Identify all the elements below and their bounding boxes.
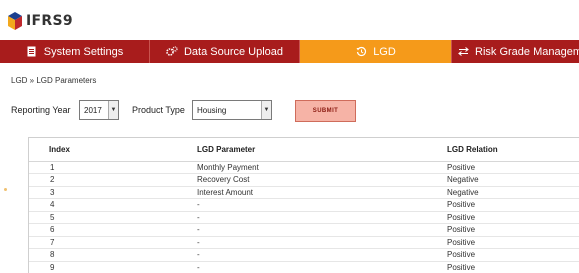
nav-label: System Settings xyxy=(43,45,124,58)
nav-label: Data Source Upload xyxy=(183,45,284,58)
cell-lgd-relation: Positive xyxy=(447,198,579,212)
product-type-value: Housing xyxy=(197,105,227,115)
table-row[interactable]: 7 - Positive xyxy=(29,236,579,249)
reporting-year-value: 2017 xyxy=(84,105,102,115)
cell-lgd-parameter: - xyxy=(197,223,447,237)
nav-label: LGD xyxy=(373,45,396,58)
lgd-parameters-table: Index LGD Parameter LGD Relation 1 Month… xyxy=(28,137,579,273)
history-icon xyxy=(355,46,367,58)
product-type-label: Product Type xyxy=(132,105,185,115)
table-row[interactable]: 3 Interest Amount Negative xyxy=(29,186,579,199)
swap-arrows-icon xyxy=(458,46,469,58)
submit-button[interactable]: SUBMIT xyxy=(295,100,356,122)
cell-lgd-relation: Positive xyxy=(447,161,579,174)
main-nav: System Settings Data Source Upload LGD R… xyxy=(0,40,579,63)
nav-data-source-upload[interactable]: Data Source Upload xyxy=(150,40,300,63)
decorative-dot xyxy=(4,188,7,191)
nav-system-settings[interactable]: System Settings xyxy=(0,40,150,63)
cell-lgd-relation: Positive xyxy=(447,236,579,249)
product-type-select[interactable]: Housing ▼ xyxy=(192,100,272,120)
ifrs9-logo-icon xyxy=(8,12,22,30)
cell-index: 1 xyxy=(29,161,197,174)
cell-lgd-parameter: - xyxy=(197,211,447,224)
cell-index: 5 xyxy=(29,211,197,224)
table-row[interactable]: 9 - Positive xyxy=(29,261,579,273)
table-row[interactable]: 1 Monthly Payment Positive xyxy=(29,161,579,174)
cell-lgd-relation: Negative xyxy=(447,186,579,199)
brand-title: IFRS9 xyxy=(26,13,73,29)
cell-lgd-parameter: - xyxy=(197,261,447,273)
cell-lgd-parameter: Monthly Payment xyxy=(197,161,447,174)
app-header: IFRS9 xyxy=(0,0,579,40)
nav-label: Risk Grade Managem xyxy=(475,45,579,58)
cell-lgd-relation: Negative xyxy=(447,173,579,187)
column-header-lgd-relation[interactable]: LGD Relation xyxy=(447,138,579,162)
cell-lgd-relation: Positive xyxy=(447,261,579,273)
cell-index: 8 xyxy=(29,248,197,262)
table-row[interactable]: 8 - Positive xyxy=(29,248,579,262)
table-header-row: Index LGD Parameter LGD Relation xyxy=(29,138,579,162)
table-row[interactable]: 6 - Positive xyxy=(29,223,579,237)
cell-index: 2 xyxy=(29,173,197,187)
table-row[interactable]: 2 Recovery Cost Negative xyxy=(29,173,579,187)
cell-index: 7 xyxy=(29,236,197,249)
cell-index: 9 xyxy=(29,261,197,273)
cell-lgd-relation: Positive xyxy=(447,211,579,224)
table-row[interactable]: 5 - Positive xyxy=(29,211,579,224)
cell-lgd-parameter: - xyxy=(197,248,447,262)
cell-index: 3 xyxy=(29,186,197,199)
column-header-index[interactable]: Index xyxy=(29,138,197,162)
cell-lgd-relation: Positive xyxy=(447,248,579,262)
filter-bar: Reporting Year 2017 ▼ Product Type Housi… xyxy=(11,100,571,122)
cell-index: 6 xyxy=(29,223,197,237)
cell-lgd-relation: Positive xyxy=(447,223,579,237)
cell-lgd-parameter: - xyxy=(197,236,447,249)
nav-lgd[interactable]: LGD xyxy=(300,40,452,63)
gears-icon xyxy=(166,46,178,58)
column-header-lgd-parameter[interactable]: LGD Parameter xyxy=(197,138,447,162)
reporting-year-select[interactable]: 2017 ▼ xyxy=(79,100,119,120)
table-row[interactable]: 4 - Positive xyxy=(29,198,579,212)
cell-index: 4 xyxy=(29,198,197,212)
cell-lgd-parameter: - xyxy=(197,198,447,212)
reporting-year-label: Reporting Year xyxy=(11,105,71,115)
chevron-down-icon: ▼ xyxy=(108,101,118,119)
document-icon xyxy=(26,46,38,58)
cell-lgd-parameter: Interest Amount xyxy=(197,186,447,199)
breadcrumb: LGD » LGD Parameters xyxy=(11,76,97,85)
cell-lgd-parameter: Recovery Cost xyxy=(197,173,447,187)
chevron-down-icon: ▼ xyxy=(261,101,271,119)
nav-risk-grade-management[interactable]: Risk Grade Managem xyxy=(452,40,579,63)
